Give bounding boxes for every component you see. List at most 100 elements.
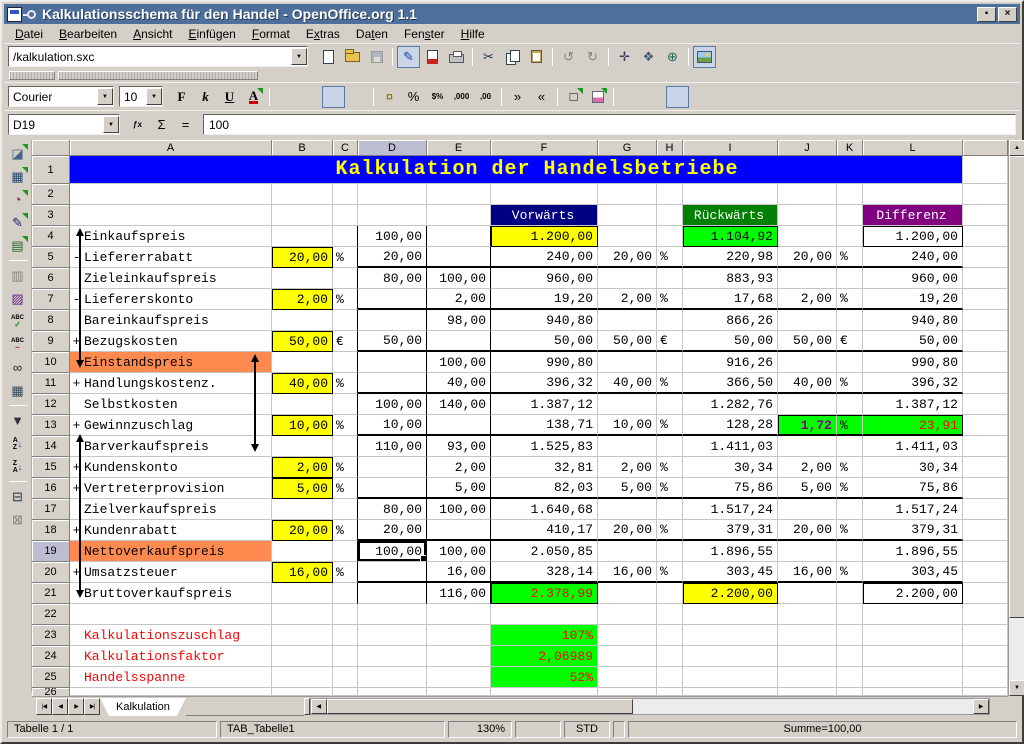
cell-J6[interactable]	[778, 268, 837, 289]
sort-ascending-icon[interactable]: AZ↓	[6, 432, 30, 455]
cell-L16[interactable]: 75,86	[863, 478, 963, 499]
cell-A26[interactable]	[70, 688, 272, 696]
cell-L10[interactable]: 990,80	[863, 352, 963, 373]
cell-H24[interactable]	[657, 646, 683, 667]
cell-H11[interactable]: %	[657, 373, 683, 394]
cell-E22[interactable]	[427, 604, 491, 625]
cell-G7[interactable]: 2,00	[598, 289, 657, 310]
cut-icon[interactable]: ✂	[477, 46, 500, 68]
cell-D24[interactable]	[358, 646, 427, 667]
row-header-11[interactable]: 11	[32, 373, 70, 394]
cell-A6[interactable]: Zieleinkaufspreis	[70, 268, 272, 289]
cell-J23[interactable]	[778, 625, 837, 646]
row-header-14[interactable]: 14	[32, 436, 70, 457]
cell-A10[interactable]: Einstandspreis	[70, 352, 272, 373]
cell-L6[interactable]: 960,00	[863, 268, 963, 289]
spellcheck-icon[interactable]: ABC✓	[6, 310, 30, 333]
cell-D13[interactable]: 10,00	[358, 415, 427, 436]
align-top-button[interactable]	[618, 86, 641, 108]
row-header-7[interactable]: 7	[32, 289, 70, 310]
cell-J9[interactable]: 50,00	[778, 331, 837, 352]
cell-I4[interactable]: 1.104,92	[683, 226, 778, 247]
cell-F4[interactable]: 1.200,00	[491, 226, 598, 247]
cell-H23[interactable]	[657, 625, 683, 646]
menu-datei[interactable]: Datei	[7, 25, 51, 43]
cell-J16[interactable]: 5,00	[778, 478, 837, 499]
cell-J12[interactable]	[778, 394, 837, 415]
cell-F10[interactable]: 990,80	[491, 352, 598, 373]
cell-F19[interactable]: 2.050,85	[491, 541, 598, 562]
cell-G23[interactable]	[598, 625, 657, 646]
cell-J25[interactable]	[778, 667, 837, 688]
cell-G22[interactable]	[598, 604, 657, 625]
cell-D25[interactable]	[358, 667, 427, 688]
document-url-combobox[interactable]: /kalkulation.sxc ▼	[8, 46, 308, 67]
cell-D11[interactable]	[358, 373, 427, 394]
cell-C17[interactable]	[333, 499, 358, 520]
cell-G3[interactable]	[598, 205, 657, 226]
cell-J19[interactable]	[778, 541, 837, 562]
cell-H6[interactable]	[657, 268, 683, 289]
cell-K17[interactable]	[837, 499, 863, 520]
cell-B5[interactable]: 20,00	[272, 247, 333, 268]
datasources-icon[interactable]: ▦	[6, 379, 30, 402]
italic-button[interactable]: k	[194, 86, 217, 108]
cell-I5[interactable]: 220,98	[683, 247, 778, 268]
cell-G15[interactable]: 2,00	[598, 457, 657, 478]
sheet-tab-kalkulation[interactable]: Kalkulation	[100, 698, 186, 716]
cell-D6[interactable]: 80,00	[358, 268, 427, 289]
cell-B4[interactable]	[272, 226, 333, 247]
row-header-20[interactable]: 20	[32, 562, 70, 583]
cell-A23[interactable]: Kalkulationszuschlag	[70, 625, 272, 646]
cell-F26[interactable]	[491, 688, 598, 696]
cell-L24[interactable]	[863, 646, 963, 667]
cell-H13[interactable]: %	[657, 415, 683, 436]
cell-K11[interactable]: %	[837, 373, 863, 394]
cell-C11[interactable]: %	[333, 373, 358, 394]
horizontal-scrollbar[interactable]: ◀ ▶	[310, 698, 990, 715]
cell-A22[interactable]	[70, 604, 272, 625]
cell-D8[interactable]	[358, 310, 427, 331]
row-header-26[interactable]: 26	[32, 688, 70, 696]
vertical-scrollbar-thumb[interactable]	[1009, 156, 1024, 618]
cell-F7[interactable]: 19,20	[491, 289, 598, 310]
row-header-2[interactable]: 2	[32, 184, 70, 205]
col-header-H[interactable]: H	[657, 140, 683, 156]
menu-fenster[interactable]: Fenster	[396, 25, 453, 43]
format-currency-button[interactable]: ¤	[378, 86, 401, 108]
find-replace-icon[interactable]: ∞	[6, 356, 30, 379]
cell-D23[interactable]	[358, 625, 427, 646]
row-header-1[interactable]: 1	[32, 156, 70, 184]
status-selection-mode[interactable]: STD	[564, 721, 610, 738]
cell-C16[interactable]: %	[333, 478, 358, 499]
cell-D4[interactable]: 100,00	[358, 226, 427, 247]
col-header-C[interactable]: C	[333, 140, 358, 156]
toolbar-collapse-handle[interactable]	[9, 71, 55, 80]
cell-E21[interactable]: 116,00	[427, 583, 491, 604]
cell-E25[interactable]	[427, 667, 491, 688]
cell-L18[interactable]: 379,31	[863, 520, 963, 541]
cell-I25[interactable]	[683, 667, 778, 688]
open-icon[interactable]	[341, 46, 364, 68]
cell-F23[interactable]: 107%	[491, 625, 598, 646]
cell-C2[interactable]	[333, 184, 358, 205]
cell-F15[interactable]: 32,81	[491, 457, 598, 478]
status-page-style[interactable]: TAB_Tabelle1	[220, 721, 445, 738]
cell-G13[interactable]: 10,00	[598, 415, 657, 436]
cell-H26[interactable]	[657, 688, 683, 696]
cell-A8[interactable]: Bareinkaufspreis	[70, 310, 272, 331]
cell-C10[interactable]	[333, 352, 358, 373]
titlebar[interactable]: Kalkulationsschema für den Handel - Open…	[4, 4, 1020, 24]
cell-I13[interactable]: 128,28	[683, 415, 778, 436]
cell-K7[interactable]: %	[837, 289, 863, 310]
combo-dropdown-icon[interactable]: ▼	[97, 88, 113, 105]
cell-C3[interactable]	[333, 205, 358, 226]
cell-I22[interactable]	[683, 604, 778, 625]
combo-dropdown-icon[interactable]: ▼	[103, 116, 119, 133]
insert-icon[interactable]: ◪	[6, 142, 30, 165]
cell-K14[interactable]	[837, 436, 863, 457]
cell-H8[interactable]	[657, 310, 683, 331]
cell-K26[interactable]	[837, 688, 863, 696]
cell-L20[interactable]: 303,45	[863, 562, 963, 583]
cell-J11[interactable]: 40,00	[778, 373, 837, 394]
